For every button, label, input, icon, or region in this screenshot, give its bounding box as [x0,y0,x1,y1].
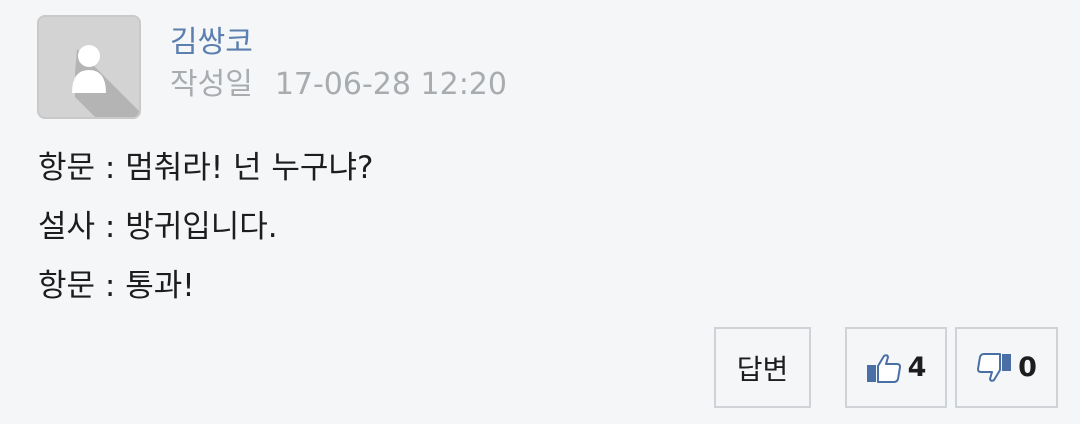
like-count: 4 [907,352,927,383]
reply-button[interactable]: 답변 [714,327,811,408]
comment-item: 김쌍코 작성일 17-06-28 12:20 항문 : 멈춰라! 넌 누구냐? 설… [0,0,1080,424]
avatar[interactable] [37,15,141,119]
comment-line: 설사 : 방귀입니다. [38,209,278,245]
reply-button-label: 답변 [736,352,789,386]
default-user-avatar-icon [39,17,139,117]
comment-line: 항문 : 통과! [38,268,195,304]
date-label: 작성일 [170,67,253,102]
like-button[interactable]: 4 [845,327,947,408]
dislike-count: 0 [1018,352,1037,383]
comment-meta: 작성일 17-06-28 12:20 [170,66,507,104]
dislike-button[interactable]: 0 [955,327,1058,408]
author-name[interactable]: 김쌍코 [170,24,253,62]
comment-line: 항문 : 멈춰라! 넌 누구냐? [38,150,374,186]
comment-date: 17-06-28 12:20 [274,67,507,102]
thumbs-up-icon [866,353,902,383]
comment-body: 항문 : 멈춰라! 넌 누구냐? 설사 : 방귀입니다. 항문 : 통과! [38,142,373,319]
thumbs-down-icon [976,352,1012,383]
